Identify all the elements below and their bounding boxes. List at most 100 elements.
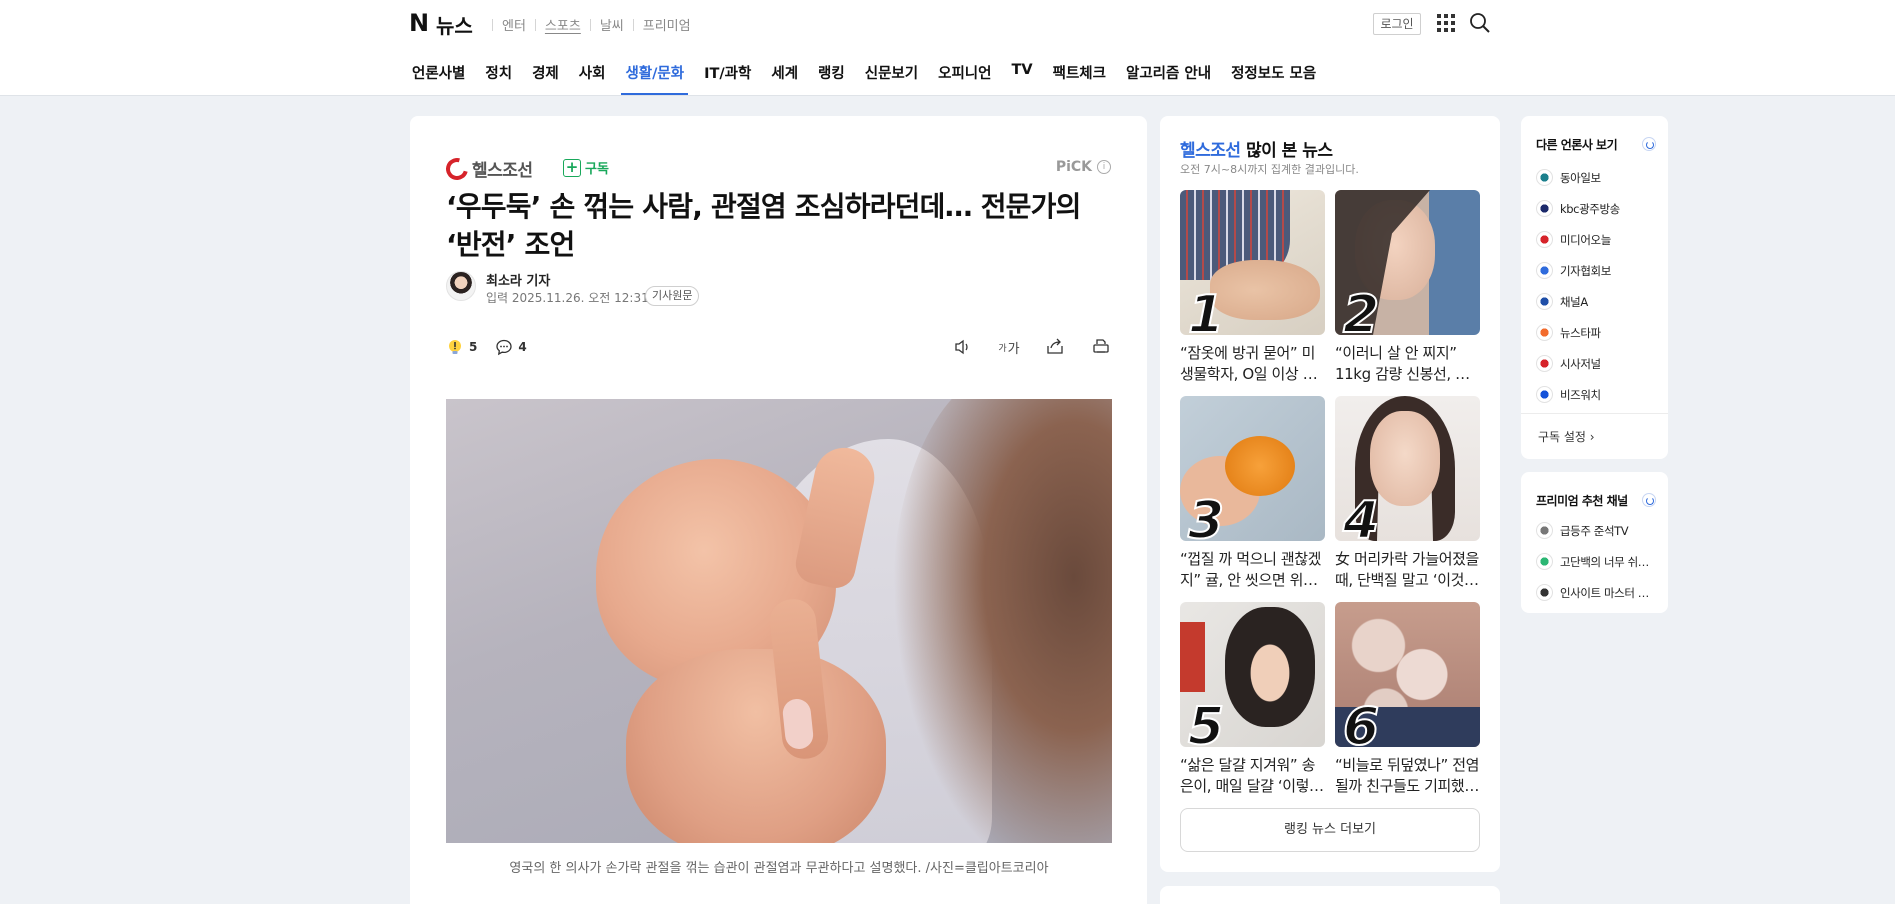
tab-economy[interactable]: 경제 — [532, 62, 559, 95]
press-item[interactable]: 동아일보 — [1536, 162, 1620, 193]
ranking-thumbnail: 3 — [1180, 396, 1325, 541]
comment-icon — [496, 339, 513, 356]
pick-label: PiCK — [1055, 159, 1092, 175]
search-icon[interactable] — [1469, 12, 1491, 34]
info-icon: i — [1097, 160, 1111, 174]
divider — [534, 18, 536, 31]
divider — [632, 18, 634, 31]
press-item[interactable]: 기자협회보 — [1536, 255, 1620, 286]
ranking-headline: “껍질 까 먹으니 괜찮겠지” 귤, 안 씻으면 위험한 이유 — [1180, 550, 1322, 589]
press-logo-icon — [441, 153, 473, 184]
refresh-icon[interactable] — [1642, 137, 1656, 151]
premium-channel-name: 급등주 준석TV — [1560, 523, 1629, 538]
tab-by-press[interactable]: 언론사별 — [412, 62, 465, 95]
login-button[interactable]: 로그인 — [1373, 13, 1421, 35]
share-button[interactable] — [1045, 337, 1065, 357]
tab-society[interactable]: 사회 — [579, 62, 606, 95]
tab-newspaper[interactable]: 신문보기 — [865, 62, 918, 95]
article-title-line2: ‘반전’ 조언 — [446, 228, 575, 261]
tts-button[interactable] — [953, 337, 973, 357]
press-logo[interactable]: 헬스조선 — [441, 153, 533, 184]
press-item-name: 채널A — [1560, 294, 1588, 309]
ranking-item[interactable]: 1 “잠옷에 방귀 묻어” 미생물학자, O일 이상 입지 말라 경고 — [1180, 190, 1325, 385]
ranking-headline: “이러니 살 안 찌지” 11kg 감량 신봉선, 비결 공개 — [1335, 344, 1469, 383]
premium-channel-item[interactable]: 인사이트 마스터 블로그 — [1536, 577, 1655, 608]
tab-life-culture[interactable]: 생활/문화 — [621, 62, 688, 95]
topnav-sports[interactable]: 스포츠 — [545, 15, 581, 34]
press-item[interactable]: kbc광주방송 — [1536, 193, 1620, 224]
ranking-item[interactable]: 5 “삶은 달걀 지겨워” 송은이, 매일 달걀 ‘이렇게’ 먹는다 — [1180, 602, 1325, 797]
reaction-button[interactable]: 5 — [446, 338, 477, 356]
popular-news-title: 헬스조선 많이 본 뉴스 — [1180, 136, 1333, 161]
press-item-name: 기자협회보 — [1560, 263, 1611, 278]
ranking-item[interactable]: 4 女 머리카락 가늘어졌을 때, 단백질 말고 ‘이것’ 부족 — [1335, 396, 1480, 591]
main-category-nav: 언론사별 정치 경제 사회 생활/문화 IT/과학 세계 랭킹 신문보기 오피니… — [412, 62, 1336, 95]
tab-opinion[interactable]: 오피니언 — [938, 62, 991, 95]
pick-badge[interactable]: PiCK i — [1056, 159, 1111, 175]
font-size-button[interactable]: 가가 — [998, 337, 1020, 357]
naver-logo[interactable]: N — [409, 11, 429, 35]
tab-politics[interactable]: 정치 — [485, 62, 512, 95]
premium-channel-item[interactable]: 고단백의 너무 쉬운 경제 — [1536, 546, 1655, 577]
rank-number: 3 — [1187, 491, 1225, 541]
ranking-headline: “삶은 달걀 지겨워” 송은이, 매일 달걀 ‘이렇게’ 먹는다 — [1180, 756, 1316, 795]
press-item[interactable]: 미디어오늘 — [1536, 224, 1620, 255]
ranking-item[interactable]: 3 “껍질 까 먹으니 괜찮겠지” 귤, 안 씻으면 위험한 이유 — [1180, 396, 1325, 591]
divider — [492, 18, 493, 31]
divider — [1521, 413, 1668, 414]
subscribe-button[interactable]: + 구독 — [563, 158, 609, 177]
tab-world[interactable]: 세계 — [771, 62, 798, 95]
subscribe-label: 구독 — [585, 162, 609, 177]
comment-button[interactable]: 4 — [495, 338, 527, 356]
plus-icon: + — [563, 158, 581, 177]
press-item-name: 동아일보 — [1560, 170, 1601, 185]
popular-news-press[interactable]: 헬스조선 — [1180, 141, 1241, 161]
tab-algorithm-info[interactable]: 알고리즘 안내 — [1126, 62, 1211, 95]
photo-caption: 영국의 한 의사가 손가락 관절을 꺾는 습관이 관절염과 무관하다고 설명했다… — [509, 861, 1049, 876]
rank-number: 5 — [1187, 697, 1225, 747]
press-item[interactable]: 비즈워치 — [1536, 379, 1620, 410]
lightbulb-icon — [449, 340, 461, 354]
tab-corrections[interactable]: 정정보도 모음 — [1231, 62, 1316, 95]
reporter-name[interactable]: 최소라 기자 — [486, 270, 550, 289]
ranking-headline: 女 머리카락 가늘어졌을 때, 단백질 말고 ‘이것’ 부족 — [1335, 550, 1479, 589]
press-logo-icon — [1536, 262, 1553, 279]
popular-news-subtitle: 오전 7시~8시까지 집계한 결과입니다. — [1180, 163, 1359, 176]
tab-ranking[interactable]: 랭킹 — [818, 62, 845, 95]
apps-grid-icon[interactable] — [1437, 14, 1455, 32]
premium-channel-item[interactable]: 급등주 준석TV — [1536, 515, 1655, 546]
font-size-icon: 가 — [998, 343, 1007, 354]
topnav-weather[interactable]: 날씨 — [600, 15, 624, 34]
topnav-entertainment[interactable]: 엔터 — [502, 15, 526, 34]
tab-it-science[interactable]: IT/과학 — [704, 62, 751, 95]
ranking-item[interactable]: 6 “비늘로 뒤덮였나” 전염될까 친구들도 기피했던 질환 — [1335, 602, 1480, 797]
channel-avatar — [1536, 584, 1553, 601]
tab-factcheck[interactable]: 팩트체크 — [1053, 62, 1106, 95]
press-name: 헬스조선 — [472, 161, 533, 181]
photo-hair — [892, 399, 1112, 843]
reaction-count: 5 — [469, 340, 478, 354]
press-logo-icon — [1536, 324, 1553, 341]
comment-count: 4 — [518, 340, 527, 354]
press-item[interactable]: 시사저널 — [1536, 348, 1620, 379]
print-button[interactable] — [1091, 337, 1111, 357]
ranking-more-button[interactable]: 랭킹 뉴스 더보기 — [1180, 808, 1480, 852]
article-photo[interactable] — [446, 399, 1112, 843]
article-date: 입력 2025.11.26. 오전 12:31 — [486, 291, 649, 305]
ranking-thumbnail: 4 — [1335, 396, 1480, 541]
tab-tv[interactable]: TV — [1011, 62, 1032, 95]
reporter-avatar[interactable] — [446, 271, 476, 301]
press-item-name: 비즈워치 — [1560, 387, 1601, 402]
next-section-card — [1160, 886, 1500, 904]
original-article-button[interactable]: 기사원문 — [645, 286, 700, 306]
premium-channel-title: 프리미엄 추천 채널 — [1536, 494, 1628, 508]
popular-news-card: 헬스조선 많이 본 뉴스 오전 7시~8시까지 집계한 결과입니다. 1 “잠옷… — [1160, 116, 1500, 872]
press-item[interactable]: 뉴스타파 — [1536, 317, 1620, 348]
news-logo[interactable]: 뉴스 — [436, 10, 473, 39]
font-size-label: 가 — [1007, 341, 1020, 357]
subscription-settings-link[interactable]: 구독 설정 › — [1538, 428, 1595, 445]
topnav-premium[interactable]: 프리미엄 — [643, 15, 691, 34]
refresh-icon[interactable] — [1642, 493, 1656, 507]
press-item[interactable]: 채널A — [1536, 286, 1620, 317]
ranking-item[interactable]: 2 “이러니 살 안 찌지” 11kg 감량 신봉선, 비결 공개 — [1335, 190, 1480, 385]
